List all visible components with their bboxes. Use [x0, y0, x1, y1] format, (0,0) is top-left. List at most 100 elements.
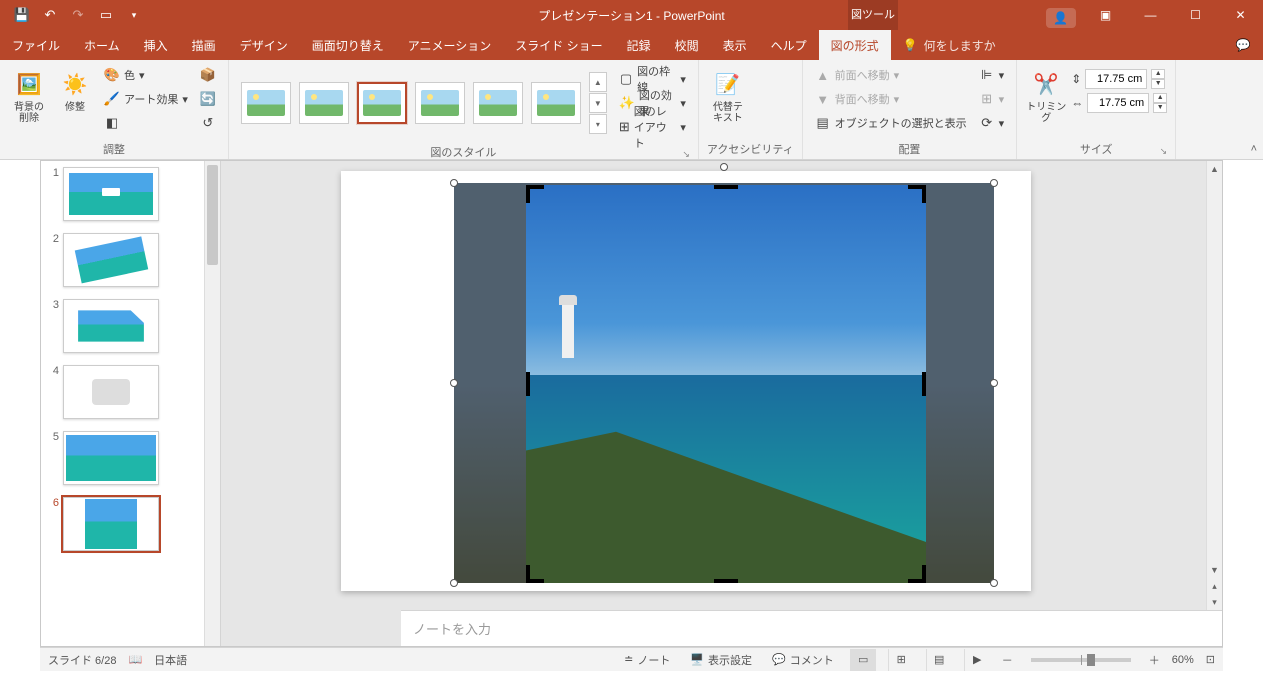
tab-help[interactable]: ヘルプ — [759, 30, 819, 60]
slide-indicator[interactable]: スライド 6/28 — [48, 652, 116, 668]
slideshow-view-button[interactable]: ▶ — [964, 649, 990, 671]
gallery-up-button[interactable]: ▲ — [589, 72, 607, 92]
selected-picture[interactable] — [454, 183, 994, 583]
comments-button[interactable]: 💬コメント — [768, 649, 838, 671]
height-down[interactable]: ▼ — [1151, 79, 1165, 89]
notes-toggle-button[interactable]: ≐ノート — [620, 649, 674, 671]
width-down[interactable]: ▼ — [1153, 103, 1167, 113]
gallery-down-button[interactable]: ▼ — [589, 93, 607, 113]
tab-record[interactable]: 記録 — [615, 30, 663, 60]
resize-handle-bl[interactable] — [450, 579, 458, 587]
reading-view-button[interactable]: ▤ — [926, 649, 952, 671]
tab-view[interactable]: 表示 — [711, 30, 759, 60]
picture-style-1[interactable] — [241, 82, 291, 124]
width-up[interactable]: ▲ — [1153, 93, 1167, 103]
width-input[interactable] — [1087, 93, 1149, 113]
reset-picture-button[interactable]: ↺ — [196, 112, 220, 134]
share-button[interactable]: 💬 — [1223, 30, 1263, 60]
selection-pane-button[interactable]: ▤オブジェクトの選択と表示 — [811, 112, 971, 134]
slide-sorter-view-button[interactable]: ⊞ — [888, 649, 914, 671]
undo-button[interactable]: ↶ — [38, 3, 62, 27]
tab-slideshow[interactable]: スライド ショー — [503, 30, 614, 60]
crop-button[interactable]: ✂️ トリミング — [1025, 64, 1067, 124]
tab-home[interactable]: ホーム — [72, 30, 132, 60]
height-up[interactable]: ▲ — [1151, 69, 1165, 79]
rotate-button[interactable]: ⟳▾ — [975, 112, 1009, 134]
zoom-slider[interactable] — [1031, 658, 1131, 662]
tell-me-search[interactable]: 💡何をしますか — [891, 30, 1008, 60]
color-button[interactable]: 🎨色 ▾ — [100, 64, 192, 86]
slide-editor[interactable]: ▲ ▼ ▴ ▾ ノートを入力 — [221, 161, 1222, 646]
slide-thumbnail-5[interactable]: 5 — [41, 425, 220, 491]
prev-slide-button[interactable]: ▴ — [1207, 578, 1222, 594]
close-button[interactable]: ✕ — [1218, 0, 1263, 30]
maximize-button[interactable]: ☐ — [1173, 0, 1218, 30]
slide-thumbnail-4[interactable]: 4 — [41, 359, 220, 425]
rotate-icon: ⟳ — [979, 115, 995, 131]
send-backward-button[interactable]: ▼背面へ移動 ▾ — [811, 88, 971, 110]
tab-animations[interactable]: アニメーション — [396, 30, 504, 60]
save-button[interactable]: 💾 — [10, 3, 34, 27]
styles-dialog-launcher[interactable]: ↘ — [682, 149, 690, 160]
picture-style-5[interactable] — [473, 82, 523, 124]
zoom-out-button[interactable]: － — [1002, 652, 1013, 668]
slide-thumbnail-1[interactable]: 1 — [41, 161, 220, 227]
notes-pane[interactable]: ノートを入力 — [401, 610, 1222, 646]
language-indicator[interactable]: 日本語 — [154, 652, 187, 668]
display-settings-button[interactable]: 🖥️表示設定 — [686, 649, 756, 671]
zoom-percentage[interactable]: 60% — [1172, 654, 1194, 666]
fit-to-window-button[interactable]: ⊡ — [1206, 653, 1215, 666]
slide-thumbnail-6[interactable]: 6 — [41, 491, 220, 557]
start-from-beginning-button[interactable]: ▭ — [94, 3, 118, 27]
tab-file[interactable]: ファイル — [0, 30, 72, 60]
scroll-down-button[interactable]: ▼ — [1207, 562, 1222, 578]
tab-picture-format[interactable]: 図の形式 — [819, 30, 891, 60]
minimize-button[interactable]: ― — [1128, 0, 1173, 30]
artistic-effects-button[interactable]: 🖌️アート効果 ▾ — [100, 88, 192, 110]
gallery-more-button[interactable]: ▾ — [589, 114, 607, 134]
thumb-num: 5 — [45, 431, 59, 485]
picture-style-2[interactable] — [299, 82, 349, 124]
picture-layout-button[interactable]: ⊞図のレイアウト ▾ — [615, 116, 690, 138]
tab-draw[interactable]: 描画 — [180, 30, 228, 60]
size-dialog-launcher[interactable]: ↘ — [1160, 146, 1168, 157]
tab-transitions[interactable]: 画面切り替え — [300, 30, 396, 60]
alt-text-button[interactable]: 📝 代替テキスト — [707, 64, 749, 124]
slide-thumbnail-3[interactable]: 3 — [41, 293, 220, 359]
change-picture-button[interactable]: 🔄 — [196, 88, 220, 110]
tab-design[interactable]: デザイン — [228, 30, 300, 60]
resize-handle-ml[interactable] — [450, 379, 458, 387]
picture-style-6[interactable] — [531, 82, 581, 124]
thumbnails-scrollbar[interactable] — [204, 161, 220, 646]
height-input[interactable] — [1085, 69, 1147, 89]
tab-insert[interactable]: 挿入 — [132, 30, 180, 60]
redo-button[interactable]: ↷ — [66, 3, 90, 27]
normal-view-button[interactable]: ▭ — [850, 649, 876, 671]
bring-forward-button[interactable]: ▲前面へ移動 ▾ — [811, 64, 971, 86]
transparency-button[interactable]: ◧ — [100, 112, 192, 134]
next-slide-button[interactable]: ▾ — [1207, 594, 1222, 610]
scroll-up-button[interactable]: ▲ — [1207, 161, 1222, 177]
group-objects-button[interactable]: ⊞▾ — [975, 88, 1009, 110]
ribbon-display-options-button[interactable]: ▣ — [1083, 0, 1128, 30]
remove-background-button[interactable]: 🖼️ 背景の削除 — [8, 64, 50, 124]
resize-handle-tl[interactable] — [450, 179, 458, 187]
slide-canvas[interactable] — [341, 171, 1031, 591]
qat-customize-button[interactable]: ▾ — [122, 3, 146, 27]
account-button[interactable]: 👤 — [1038, 0, 1083, 30]
compress-pictures-button[interactable]: 📦 — [196, 64, 220, 86]
tab-review[interactable]: 校閲 — [663, 30, 711, 60]
slide-thumbnail-2[interactable]: 2 — [41, 227, 220, 293]
spellcheck-icon[interactable]: 📖 — [128, 653, 142, 666]
editor-vertical-scrollbar[interactable]: ▲ ▼ ▴ ▾ — [1206, 161, 1222, 610]
picture-style-3[interactable] — [357, 82, 407, 124]
collapse-ribbon-button[interactable]: ˄ — [1251, 143, 1257, 155]
picture-style-4[interactable] — [415, 82, 465, 124]
rotate-handle[interactable] — [720, 163, 728, 171]
resize-handle-br[interactable] — [990, 579, 998, 587]
zoom-in-button[interactable]: ＋ — [1149, 652, 1160, 668]
align-button[interactable]: ⊫▾ — [975, 64, 1009, 86]
resize-handle-mr[interactable] — [990, 379, 998, 387]
corrections-button[interactable]: ☀️ 修整 — [54, 64, 96, 113]
resize-handle-tr[interactable] — [990, 179, 998, 187]
